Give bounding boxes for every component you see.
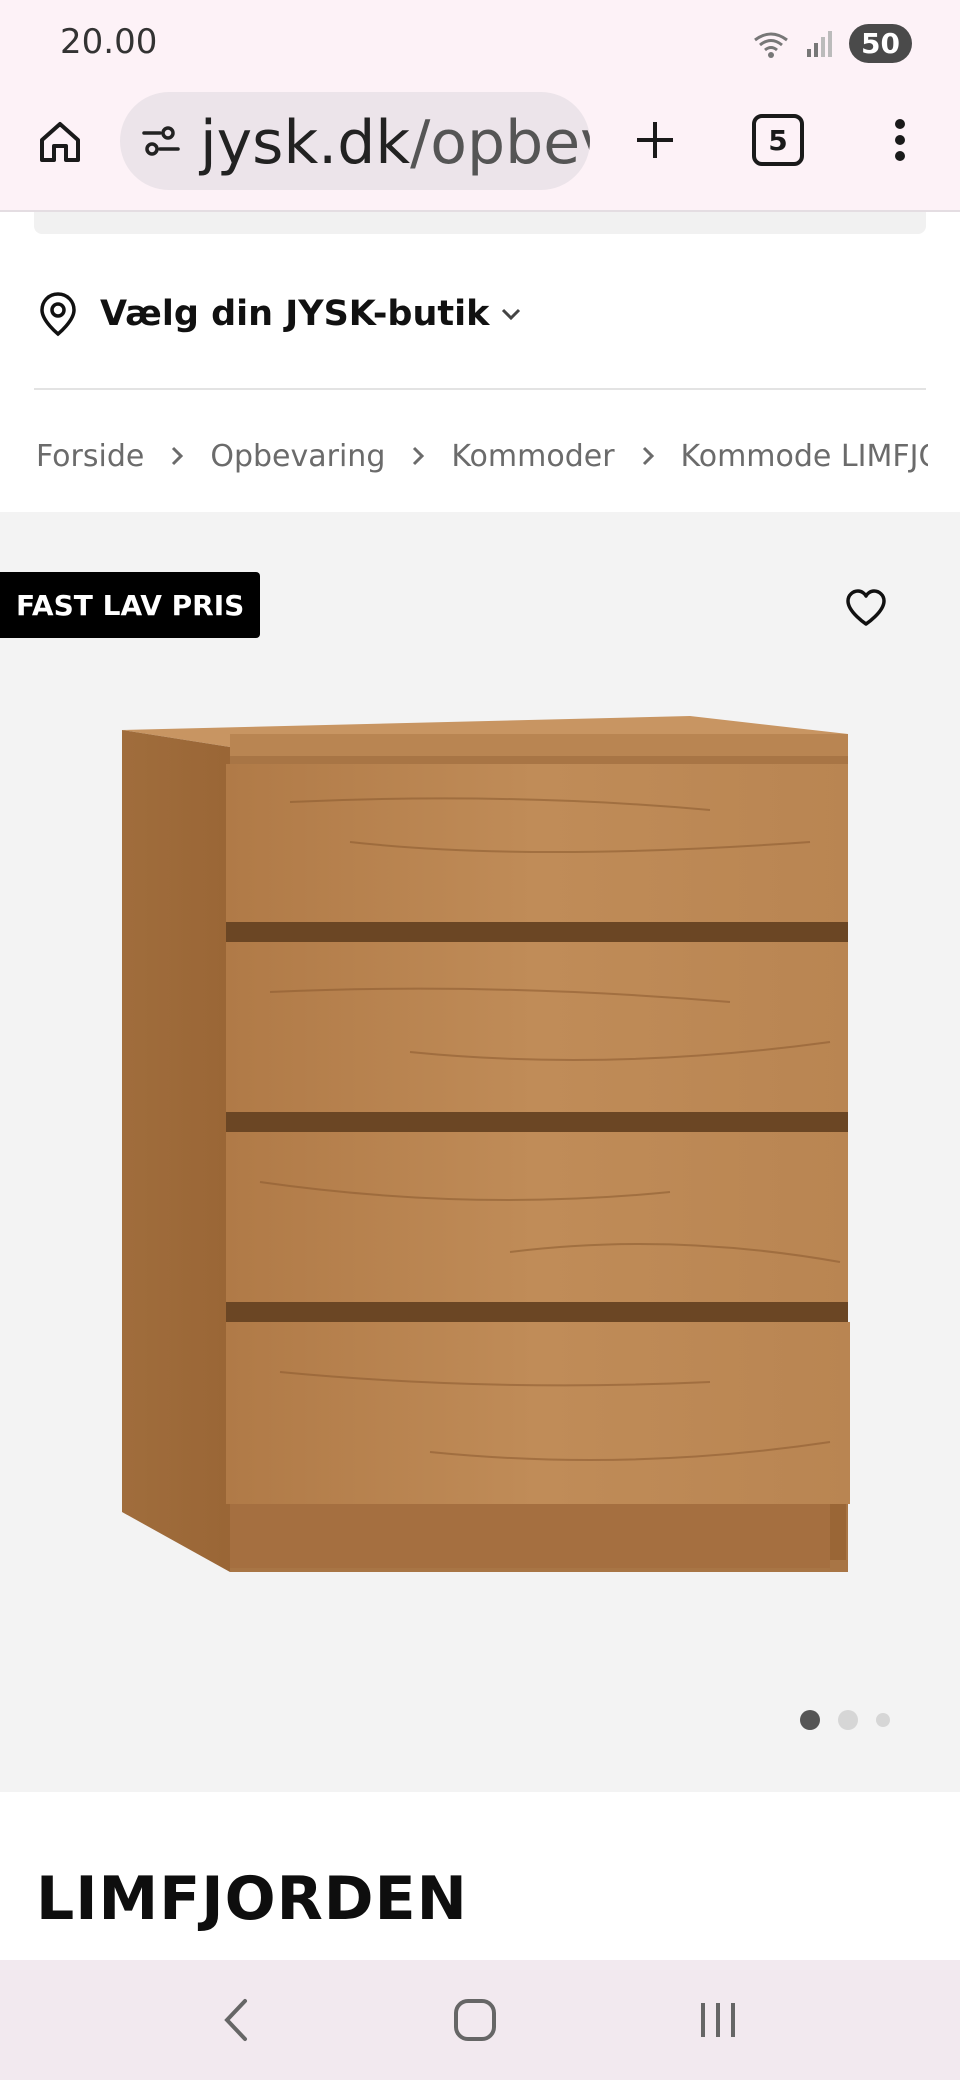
wifi-icon — [754, 32, 788, 58]
chevron-down-icon — [502, 308, 521, 321]
chevron-right-icon — [411, 445, 425, 467]
address-bar[interactable]: jysk.dk/opbev — [120, 92, 590, 190]
new-tab-button[interactable] — [625, 110, 685, 170]
home-nav-icon[interactable] — [450, 1995, 500, 2045]
gallery-dot[interactable] — [800, 1710, 820, 1730]
breadcrumb-item-kommoder[interactable]: Kommoder — [451, 439, 614, 474]
home-button[interactable] — [30, 112, 90, 172]
recents-icon[interactable] — [693, 1995, 743, 2045]
price-badge: FAST LAV PRIS — [0, 572, 261, 638]
browser-menu-button[interactable] — [870, 110, 930, 170]
url-domain: jysk.dk — [200, 108, 411, 178]
status-time: 20.00 — [60, 22, 158, 62]
product-image[interactable] — [110, 692, 860, 1632]
home-icon — [40, 122, 80, 162]
plus-icon — [637, 122, 673, 158]
status-bar: 20.00 50 — [0, 0, 960, 90]
gallery-pagination — [800, 1710, 890, 1730]
store-selector-label: Vælg din JYSK-butik — [100, 294, 490, 334]
product-gallery[interactable]: FAST LAV PRIS — [0, 512, 960, 1792]
url-path: /opbev — [410, 108, 590, 178]
more-vertical-icon — [895, 119, 905, 161]
heart-icon — [846, 589, 886, 626]
browser-toolbar: jysk.dk/opbev 5 — [0, 90, 960, 212]
site-settings-icon[interactable] — [140, 120, 182, 162]
tab-switcher-button[interactable]: 5 — [752, 114, 804, 166]
store-selector[interactable]: Vælg din JYSK-butik — [36, 284, 523, 344]
breadcrumb-item-current: Kommode LIMFJORDEN — [680, 438, 928, 474]
product-title: LIMFJORDEN — [36, 1864, 468, 1934]
gallery-dot[interactable] — [876, 1713, 890, 1727]
chevron-right-icon — [641, 445, 655, 467]
system-nav-bar — [0, 1960, 960, 2080]
breadcrumb: Forside Opbevaring Kommoder Kommode LIMF… — [36, 436, 928, 476]
breadcrumb-item-opbevaring[interactable]: Opbevaring — [210, 439, 385, 474]
signal-icon — [807, 30, 833, 57]
url-text[interactable]: jysk.dk/opbev — [200, 108, 590, 178]
breadcrumb-item-forside[interactable]: Forside — [36, 439, 144, 474]
search-area-remnant — [34, 212, 926, 234]
gallery-dot[interactable] — [838, 1710, 858, 1730]
location-pin-icon — [40, 292, 76, 337]
battery-indicator: 50 — [849, 24, 912, 63]
divider — [34, 388, 926, 390]
back-icon[interactable] — [217, 1995, 257, 2045]
drawer-fronts — [226, 764, 850, 1504]
status-icons: 50 — [751, 24, 912, 63]
wishlist-button[interactable] — [840, 582, 892, 634]
chevron-right-icon — [170, 445, 184, 467]
